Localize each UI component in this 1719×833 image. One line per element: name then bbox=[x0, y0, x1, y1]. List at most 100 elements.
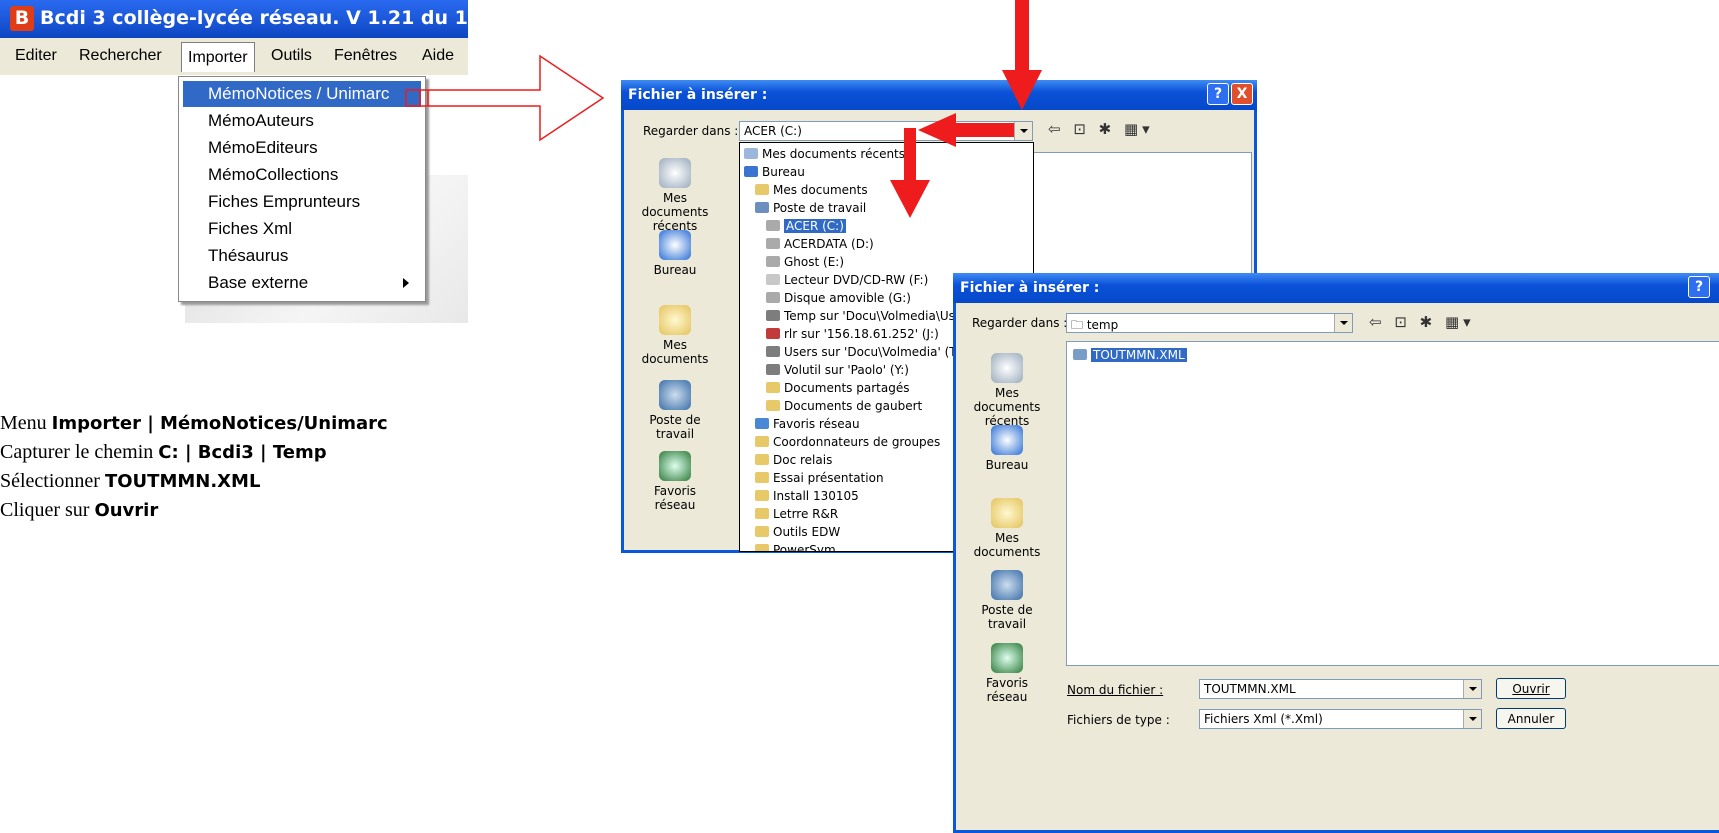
file-item[interactable]: TOUTMMN.XML bbox=[1073, 346, 1187, 364]
recent-documents-icon bbox=[991, 353, 1023, 383]
app-logo-icon: B bbox=[10, 6, 34, 31]
computer-icon bbox=[991, 570, 1023, 600]
place-recent[interactable]: Mes documents récents bbox=[964, 353, 1050, 428]
folder-icon bbox=[744, 166, 758, 177]
look-in-value: 🗀 temp bbox=[1071, 318, 1119, 332]
dropdown-arrow-icon[interactable] bbox=[1463, 710, 1481, 728]
folder-icon bbox=[766, 364, 780, 375]
place-desktop[interactable]: Bureau bbox=[632, 230, 718, 277]
dropdown-arrow-icon[interactable] bbox=[1463, 680, 1481, 698]
place-computer[interactable]: Poste de travail bbox=[632, 380, 718, 441]
tree-item[interactable]: PowerSym bbox=[755, 541, 836, 551]
look-in-label: Regarder dans : bbox=[643, 124, 739, 138]
tree-item[interactable]: Ghost (E:) bbox=[766, 253, 844, 271]
tree-item[interactable]: Volutil sur 'Paolo' (Y:) bbox=[766, 361, 909, 379]
filename-input[interactable]: TOUTMMN.XML bbox=[1199, 679, 1482, 699]
folder-icon bbox=[755, 508, 769, 519]
tree-item[interactable]: Favoris réseau bbox=[755, 415, 860, 433]
place-network[interactable]: Favoris réseau bbox=[964, 643, 1050, 704]
folder-icon bbox=[744, 148, 758, 159]
place-recent[interactable]: Mes documents récents bbox=[632, 158, 718, 233]
app-title: Bcdi 3 collège-lycée réseau. V 1.21 du 1… bbox=[40, 7, 468, 29]
tree-item[interactable]: rlr sur '156.18.61.252' (J:) bbox=[766, 325, 939, 343]
close-button[interactable]: X bbox=[1231, 83, 1253, 105]
tree-item[interactable]: Coordonnateurs de groupes bbox=[755, 433, 940, 451]
tree-item[interactable]: Outils EDW bbox=[755, 523, 840, 541]
tree-item[interactable]: Essai présentation bbox=[755, 469, 884, 487]
toolbar-icons[interactable]: ⇦ ⊡ ✱ ▦▾ bbox=[1369, 313, 1475, 331]
menubar: Editer Rechercher Importer Outils Fenêtr… bbox=[0, 38, 468, 75]
folder-icon bbox=[766, 382, 780, 393]
folder-icon bbox=[766, 310, 780, 321]
help-button[interactable]: ? bbox=[1688, 276, 1710, 298]
look-in-value: ACER (C:) bbox=[744, 124, 802, 138]
tree-item[interactable]: Lecteur DVD/CD-RW (F:) bbox=[766, 271, 928, 289]
tree-item[interactable]: Letrre R&R bbox=[755, 505, 838, 523]
file-list[interactable]: TOUTMMN.XML bbox=[1066, 341, 1719, 666]
tree-item[interactable]: Poste de travail bbox=[755, 199, 866, 217]
network-icon bbox=[659, 451, 691, 481]
menu-rechercher[interactable]: Rechercher bbox=[79, 47, 162, 65]
look-in-combo[interactable]: 🗀 temp bbox=[1066, 313, 1353, 333]
tree-item[interactable]: ACER (C:) bbox=[766, 217, 846, 235]
menu-item-memoauteurs[interactable]: MémoAuteurs bbox=[183, 108, 421, 134]
menu-outils[interactable]: Outils bbox=[271, 47, 312, 65]
places-bar: Mes documents récents Bureau Mes documen… bbox=[632, 148, 718, 548]
menu-fenetres[interactable]: Fenêtres bbox=[334, 47, 397, 65]
tree-item[interactable]: Mes documents récents bbox=[744, 145, 905, 163]
red-arrow-down-icon bbox=[1002, 0, 1042, 110]
tree-item[interactable]: Temp sur 'Docu\Volmedia\Use bbox=[766, 307, 962, 325]
menu-item-fiches-xml[interactable]: Fiches Xml bbox=[183, 216, 421, 242]
open-button[interactable]: Ouvrir bbox=[1496, 678, 1566, 699]
dropdown-arrow-icon[interactable] bbox=[1334, 314, 1352, 332]
dialog1-title: Fichier à insérer : bbox=[628, 87, 768, 103]
cancel-button[interactable]: Annuler bbox=[1496, 708, 1566, 729]
menu-importer[interactable]: Importer bbox=[181, 42, 255, 72]
place-documents[interactable]: Mes documents bbox=[964, 498, 1050, 559]
menu-item-memonotices[interactable]: MémoNotices / Unimarc bbox=[183, 81, 421, 107]
recent-documents-icon bbox=[659, 158, 691, 188]
tree-item[interactable]: Doc relais bbox=[755, 451, 832, 469]
tree-item[interactable]: Disque amovible (G:) bbox=[766, 289, 911, 307]
place-desktop[interactable]: Bureau bbox=[964, 425, 1050, 472]
dropdown-arrow-icon[interactable] bbox=[1014, 122, 1032, 140]
tree-item[interactable]: Install 130105 bbox=[755, 487, 859, 505]
computer-icon bbox=[659, 380, 691, 410]
tree-item[interactable]: Mes documents bbox=[755, 181, 868, 199]
tree-item[interactable]: ACERDATA (D:) bbox=[766, 235, 874, 253]
desktop-icon bbox=[659, 230, 691, 260]
menu-item-memocollections[interactable]: MémoCollections bbox=[183, 162, 421, 188]
menu-editer[interactable]: Editer bbox=[15, 47, 57, 65]
red-arrow-left-icon bbox=[918, 113, 1014, 147]
filename-label: Nom du fichier : bbox=[1067, 683, 1164, 697]
dialog2-title: Fichier à insérer : bbox=[960, 280, 1100, 296]
tree-item[interactable]: Bureau bbox=[744, 163, 805, 181]
menu-item-base-externe-label: Base externe bbox=[208, 273, 309, 292]
menu-item-fiches-emprunteurs[interactable]: Fiches Emprunteurs bbox=[183, 189, 421, 215]
menu-item-thesaurus[interactable]: Thésaurus bbox=[183, 243, 421, 269]
place-network[interactable]: Favoris réseau bbox=[632, 451, 718, 512]
folder-icon bbox=[766, 328, 780, 339]
folder-icon bbox=[766, 292, 780, 303]
folder-icon bbox=[766, 220, 780, 231]
tree-item[interactable]: Users sur 'Docu\Volmedia' (T:) bbox=[766, 343, 964, 361]
menu-item-memoediteurs[interactable]: MémoEditeurs bbox=[183, 135, 421, 161]
tree-item[interactable]: Documents partagés bbox=[766, 379, 909, 397]
help-button[interactable]: ? bbox=[1207, 83, 1229, 105]
instruction-3: Sélectionner TOUTMMN.XML bbox=[0, 470, 261, 492]
folder-icon bbox=[766, 346, 780, 357]
place-documents[interactable]: Mes documents bbox=[632, 305, 718, 366]
filetype-select[interactable]: Fichiers Xml (*.Xml) bbox=[1199, 709, 1482, 729]
place-computer[interactable]: Poste de travail bbox=[964, 570, 1050, 631]
import-menu: MémoNotices / Unimarc MémoAuteurs MémoEd… bbox=[178, 76, 426, 302]
look-in-label: Regarder dans : bbox=[972, 316, 1068, 330]
instruction-2: Capturer le chemin C: | Bcdi3 | Temp bbox=[0, 441, 327, 463]
file-dialog-2: Fichier à insérer : ? Regarder dans : 🗀 … bbox=[953, 273, 1719, 833]
xml-file-icon bbox=[1073, 349, 1087, 360]
folder-icon bbox=[766, 238, 780, 249]
dialog1-titlebar: Fichier à insérer : ? X bbox=[621, 80, 1257, 110]
menu-item-base-externe[interactable]: Base externe bbox=[183, 270, 421, 296]
tree-item[interactable]: Documents de gaubert bbox=[766, 397, 922, 415]
folder-icon bbox=[755, 472, 769, 483]
toolbar-icons[interactable]: ⇦ ⊡ ✱ ▦▾ bbox=[1048, 120, 1154, 138]
